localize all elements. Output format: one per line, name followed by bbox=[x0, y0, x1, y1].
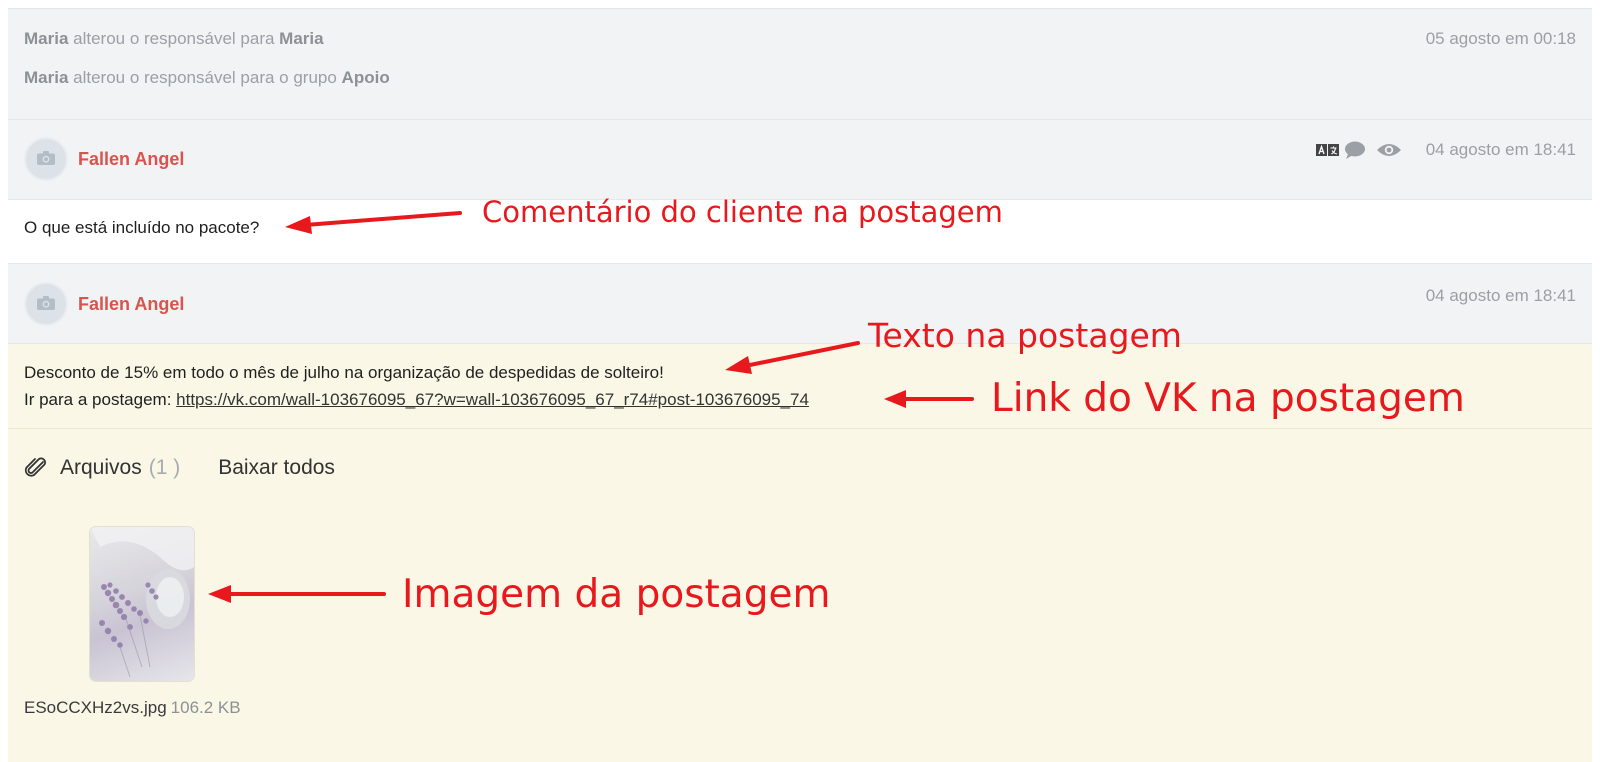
arrow-head bbox=[725, 356, 752, 374]
annotation-arrows bbox=[208, 211, 974, 603]
arrow-head bbox=[285, 216, 312, 234]
arrow-head bbox=[208, 585, 231, 603]
arrow bbox=[743, 341, 860, 368]
arrow bbox=[303, 211, 462, 227]
arrow-head bbox=[884, 390, 906, 408]
